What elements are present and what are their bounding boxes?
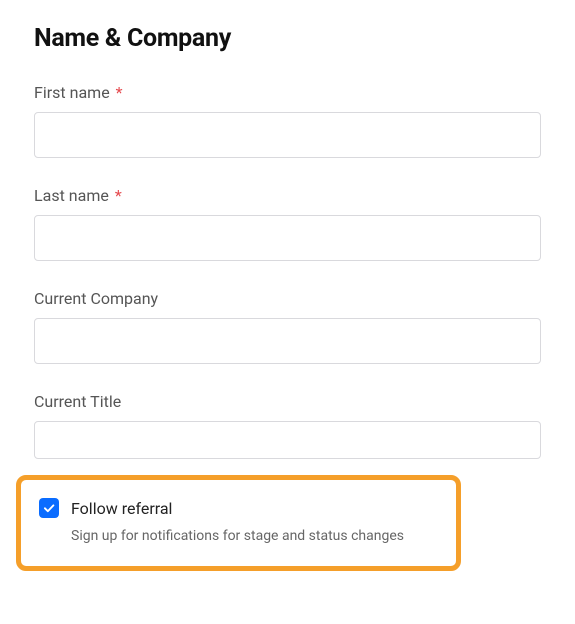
follow-referral-label: Follow referral: [71, 499, 172, 518]
first-name-input[interactable]: [34, 112, 541, 158]
section-title: Name & Company: [34, 24, 541, 53]
required-star: *: [115, 186, 122, 205]
form-container: Name & Company First name * Last name * …: [0, 0, 575, 571]
follow-referral-highlight: Follow referral Sign up for notification…: [16, 475, 461, 571]
follow-referral-checkbox[interactable]: [39, 498, 59, 518]
current-company-input[interactable]: [34, 318, 541, 364]
current-title-label: Current Title: [34, 392, 121, 411]
last-name-label: Last name: [34, 186, 109, 205]
field-last-name: Last name *: [34, 186, 541, 261]
field-first-name: First name *: [34, 83, 541, 158]
check-icon: [42, 501, 56, 515]
label-row: First name *: [34, 83, 541, 102]
label-row: Current Title: [34, 392, 541, 411]
current-title-input[interactable]: [34, 421, 541, 459]
field-current-title: Current Title: [34, 392, 541, 459]
label-row: Last name *: [34, 186, 541, 205]
follow-referral-description: Sign up for notifications for stage and …: [71, 528, 438, 544]
current-company-label: Current Company: [34, 289, 158, 308]
follow-referral-row: Follow referral: [39, 498, 438, 518]
field-current-company: Current Company: [34, 289, 541, 364]
required-star: *: [116, 83, 123, 102]
first-name-label: First name: [34, 83, 110, 102]
last-name-input[interactable]: [34, 215, 541, 261]
label-row: Current Company: [34, 289, 541, 308]
